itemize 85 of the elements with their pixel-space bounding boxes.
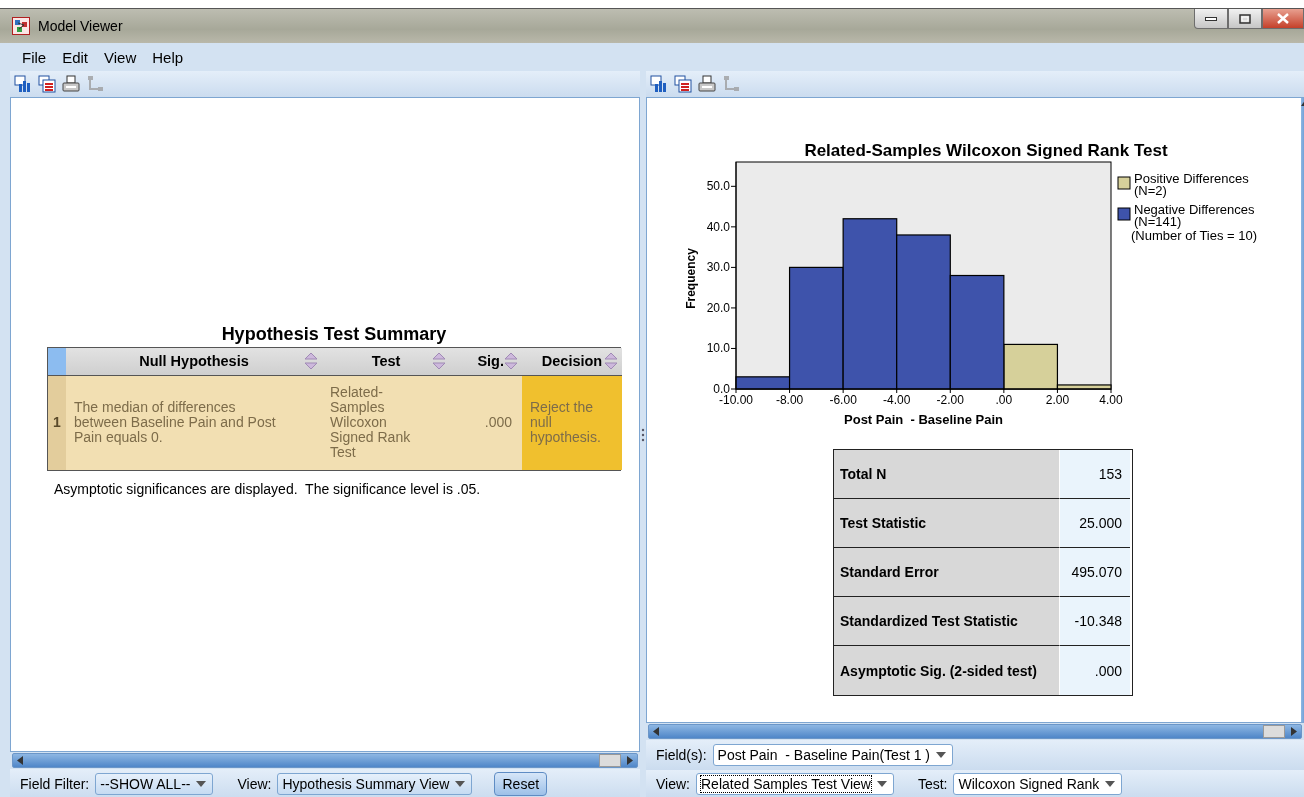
caret-icon — [455, 780, 466, 787]
x-tick-label: -6.00 — [829, 393, 858, 407]
legend-label: Positive Differences — [1134, 171, 1249, 186]
dropdown[interactable]: Hypothesis Summary View — [277, 772, 473, 795]
column-header[interactable]: Test — [322, 347, 450, 376]
caret-icon — [1105, 780, 1116, 787]
field-label: Field(s): — [656, 747, 707, 763]
column-header[interactable]: Null Hypothesis — [66, 347, 322, 376]
row-label: Standard Error — [834, 548, 1060, 597]
table-title: Hypothesis Test Summary — [220, 323, 448, 345]
chart-icon[interactable] — [14, 75, 32, 93]
caret-icon — [936, 752, 946, 758]
dropdown[interactable]: Post Pain - Baseline Pain(Test 1 ) — [712, 744, 953, 766]
horizontal-scrollbar[interactable] — [12, 753, 638, 769]
x-tick-label: .00 — [995, 393, 1013, 407]
y-tick-label: 20.0 — [706, 300, 731, 315]
column-header[interactable]: Sig. — [450, 347, 522, 376]
field-label: View: — [237, 775, 272, 792]
row-number: 1 — [48, 375, 66, 470]
x-tick-label: 4.00 — [1099, 393, 1123, 407]
legend-note: (Number of Ties = 10) — [1131, 228, 1258, 243]
row-label: Test Statistic — [834, 499, 1060, 548]
right-arrow-icon[interactable] — [1291, 727, 1297, 736]
minimize-button[interactable] — [1194, 9, 1228, 29]
x-axis-label: Post Pain - Baseline Pain — [844, 412, 1003, 427]
printer-icon[interactable] — [62, 75, 80, 93]
maximize-button[interactable] — [1228, 9, 1262, 29]
x-tick-label: -4.00 — [883, 393, 911, 407]
y-tick-label: 40.0 — [706, 219, 731, 234]
dropdown[interactable]: Wilcoxon Signed Rank — [953, 772, 1123, 795]
legend-label: Negative Differences — [1134, 202, 1255, 217]
table-cell: -10.348 — [1060, 597, 1130, 646]
x-tick-label: -8.00 — [775, 393, 804, 407]
window-title: Model Viewer — [38, 18, 123, 34]
table-cell: .000 — [450, 375, 522, 470]
table-cell: 495.070 — [1060, 548, 1130, 597]
menu-item[interactable]: File — [14, 48, 55, 66]
printer-icon[interactable] — [698, 75, 716, 93]
row-label: Asymptotic Sig. (2-sided test) — [834, 646, 1060, 695]
chart-icon[interactable] — [650, 75, 668, 93]
table-icon[interactable] — [674, 75, 692, 93]
y-tick-label: 10.0 — [706, 341, 731, 356]
chart-title: Related-Samples Wilcoxon Signed Rank Test — [804, 141, 1168, 160]
right-arrow-icon[interactable] — [627, 756, 633, 766]
table-cell: 153 — [1060, 450, 1130, 499]
table-cell: .000 — [1060, 646, 1130, 695]
menu-item[interactable]: Help — [144, 48, 192, 66]
field-label: View: — [656, 775, 690, 792]
scrollbar-thumb[interactable] — [1263, 725, 1285, 738]
y-tick-label: 50.0 — [706, 179, 731, 194]
reset-button[interactable]: Reset — [494, 771, 548, 796]
footnote: Asymptotic significances are displayed. The significance level is .05. — [54, 480, 482, 497]
menu-item[interactable]: Edit — [54, 48, 97, 66]
x-tick-label: -10.00 — [718, 393, 754, 407]
field-label: Test: — [917, 775, 948, 792]
dropdown[interactable]: --SHOW ALL-- — [95, 772, 214, 795]
table-icon[interactable] — [38, 75, 56, 93]
grip-icon — [641, 427, 645, 442]
column-header[interactable]: Decision — [522, 347, 622, 376]
close-icon — [1277, 13, 1289, 24]
left-arrow-icon[interactable] — [17, 756, 23, 766]
row-label: Total N — [834, 450, 1060, 499]
table-cell: Reject the null hypothesis. — [522, 375, 622, 470]
table-cell: 25.000 — [1060, 499, 1130, 548]
left-arrow-icon[interactable] — [653, 727, 659, 736]
y-tick-label: 30.0 — [706, 260, 731, 275]
x-tick-label: -2.00 — [936, 393, 965, 407]
scrollbar-thumb[interactable] — [599, 754, 621, 768]
table-cell: Related-Samples Wilcoxon Signed Rank Test — [322, 375, 450, 470]
field-label: Field Filter: — [20, 775, 90, 792]
menu-item[interactable]: View — [96, 48, 145, 66]
legend-count: (N=2) — [1134, 183, 1167, 198]
y-tick-label: 0.0 — [713, 382, 731, 396]
restore-icon — [1239, 13, 1251, 24]
x-tick-label: 2.00 — [1045, 393, 1070, 407]
row-label: Standardized Test Statistic — [834, 597, 1060, 646]
app-icon — [12, 17, 30, 35]
caret-icon — [196, 780, 207, 787]
dropdown[interactable]: Related Samples Test View — [696, 772, 894, 795]
table-cell: The median of differences between Baseline Pain and Post Pain equals 0. — [66, 375, 322, 470]
y-axis-label: Frequency — [684, 248, 698, 309]
caret-icon — [876, 780, 887, 787]
minimize-icon — [1205, 15, 1217, 22]
horizontal-scrollbar[interactable] — [648, 724, 1302, 739]
close-button[interactable] — [1262, 9, 1304, 29]
